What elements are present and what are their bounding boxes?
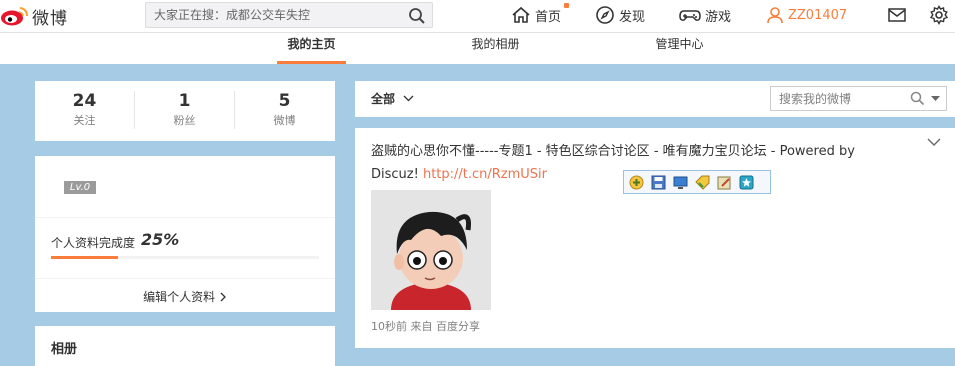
post-meta: 10秒前 来自 百度分享 [371, 320, 480, 333]
chevron-down-icon [403, 95, 414, 102]
messages-button[interactable] [888, 4, 910, 26]
feed-filter-label: 全部 [371, 92, 396, 106]
followers-count: 1 [178, 91, 191, 111]
search-icon[interactable] [408, 7, 426, 25]
edit-profile-label: 编辑个人资料 [143, 290, 219, 304]
share-screen-button[interactable] [672, 174, 689, 191]
cartoon-avatar-image [371, 190, 491, 310]
feed-filter-dropdown[interactable]: 全部 [371, 90, 414, 107]
following-count: 24 [72, 91, 97, 111]
gear-icon [929, 5, 949, 25]
global-search-input[interactable] [154, 6, 394, 24]
gamepad-icon [679, 10, 701, 21]
profile-completion-value: 25% [141, 230, 180, 249]
share-toolbar [623, 170, 771, 194]
global-search-box[interactable] [145, 2, 433, 28]
compass-icon [596, 6, 614, 24]
share-save-button[interactable] [650, 174, 667, 191]
nav-games[interactable]: 游戏 [679, 4, 731, 26]
stat-following[interactable]: 24 关注 [35, 91, 134, 128]
profile-completion-label: 个人资料完成度 [51, 236, 136, 250]
weibo-logo[interactable]: 微博 [0, 4, 68, 29]
mail-icon [888, 8, 906, 22]
profile-tabs: 我的主页 我的相册 管理中心 [0, 33, 955, 64]
post-link[interactable]: http://t.cn/RzmUSir [423, 167, 547, 182]
photos-card: 相册 [35, 326, 335, 366]
nav-username: ZZ01407 [788, 7, 848, 23]
post-image[interactable] [371, 190, 491, 310]
star-icon [739, 175, 754, 189]
weibo-eye-icon [1, 7, 28, 26]
notification-dot [564, 3, 569, 8]
settings-button[interactable] [929, 4, 953, 26]
followers-label: 粉丝 [173, 114, 196, 127]
posts-label: 微博 [273, 114, 296, 127]
photos-title[interactable]: 相册 [51, 338, 77, 357]
nav-home[interactable]: 首页 [511, 3, 569, 26]
screen-icon [673, 176, 688, 189]
share-add-button[interactable] [628, 174, 645, 191]
share-favorite-button[interactable] [738, 174, 755, 191]
add-icon [629, 175, 644, 189]
top-navbar: 微博 首页 发现 游戏 [0, 0, 955, 33]
divider [35, 217, 335, 218]
feed-filter-bar: 全部 [355, 81, 955, 117]
save-icon [651, 175, 666, 189]
nav-discover-label: 发现 [619, 9, 646, 25]
profile-completion-bar [51, 256, 319, 259]
home-icon [512, 6, 530, 23]
divider [35, 278, 335, 279]
nav-games-label: 游戏 [705, 9, 732, 25]
posts-count: 5 [278, 91, 291, 111]
feed-post-card: 盗贼的心思你不懂-----专题1 - 特色区综合讨论区 - 唯有魔力宝贝论坛 -… [355, 128, 955, 348]
chevron-right-icon [220, 292, 226, 302]
profile-completion-fill [51, 256, 118, 259]
stat-posts[interactable]: 5 微博 [235, 91, 334, 128]
nav-user[interactable]: ZZ01407 [766, 4, 847, 26]
edit-profile-link[interactable]: 编辑个人资料 [35, 288, 335, 305]
my-weibo-search-input[interactable] [779, 90, 899, 107]
level-badge[interactable]: Lv.0 [64, 181, 96, 194]
share-tag-button[interactable] [694, 174, 711, 191]
following-label: 关注 [73, 114, 96, 127]
share-edit-button[interactable] [716, 174, 733, 191]
stats-card: 24 关注 1 粉丝 5 微博 [35, 81, 335, 141]
nav-discover[interactable]: 发现 [595, 4, 645, 26]
nav-home-label: 首页 [535, 9, 562, 25]
caret-down-icon[interactable] [931, 96, 940, 102]
edit-icon [717, 176, 731, 189]
tab-my-home[interactable]: 我的主页 [277, 33, 346, 64]
level-card: Lv.0 个人资料完成度 25% 编辑个人资料 [35, 156, 335, 312]
stat-followers[interactable]: 1 粉丝 [135, 91, 234, 128]
tab-my-albums[interactable]: 我的相册 [458, 33, 533, 64]
tag-icon [695, 175, 710, 190]
user-icon [767, 7, 783, 24]
search-icon[interactable] [910, 91, 925, 106]
tab-management[interactable]: 管理中心 [642, 33, 717, 64]
logo-text: 微博 [32, 8, 68, 29]
my-weibo-search-box[interactable] [770, 86, 947, 111]
chevron-down-icon[interactable] [927, 138, 941, 147]
